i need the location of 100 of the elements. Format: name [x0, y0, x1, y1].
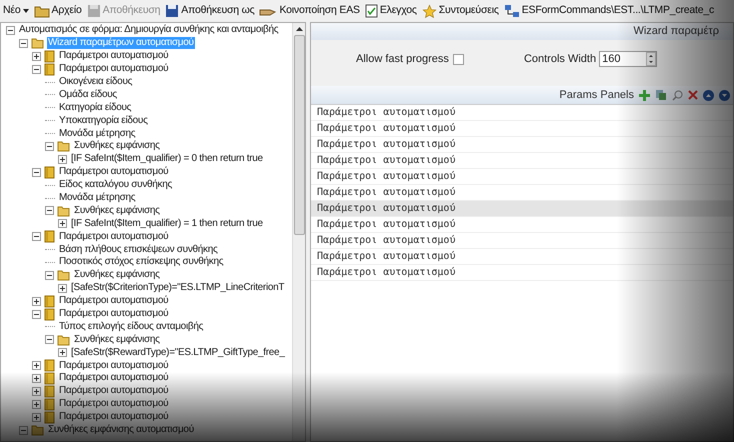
toolbar-button[interactable]: Αποθήκευση ως: [164, 3, 256, 19]
book-icon: [44, 372, 55, 385]
tree-item[interactable]: Παράμετροι αυτοματισμού: [58, 295, 170, 308]
tree-item[interactable]: Παράμετροι αυτοματισμού: [58, 50, 170, 62]
toolbar-button[interactable]: Αρχείο: [32, 3, 83, 19]
up-icon[interactable]: [703, 90, 714, 100]
tree-item[interactable]: Συνθήκες εμφάνισης: [73, 204, 161, 217]
tree-item[interactable]: Είδος καταλόγου συνθήκης: [58, 179, 174, 192]
list-row[interactable]: Παράμετροι αυτοματισμού: [311, 137, 733, 153]
tree-item[interactable]: Μονάδα μέτρησης: [58, 128, 136, 140]
book-icon: [44, 384, 55, 398]
collapse-icon[interactable]: [32, 168, 41, 177]
folder-icon: [57, 140, 70, 152]
collapse-icon[interactable]: [19, 38, 28, 48]
tree-item[interactable]: Παράμετροι αυτοματισμού: [58, 398, 170, 410]
book-icon: [44, 294, 55, 308]
tree-item[interactable]: [IF SafeInt($Item_qualifier) = 0 then return true: [70, 153, 264, 166]
tree-item[interactable]: Ομάδα είδους: [58, 88, 118, 101]
tree-item[interactable]: Συνθήκες εμφάνισης: [73, 269, 161, 282]
folder-icon: [57, 269, 70, 282]
list-row[interactable]: Παράμετροι αυτοματισμού: [311, 233, 733, 249]
checkbox[interactable]: [452, 54, 464, 64]
tree-item[interactable]: Παράμετροι αυτοματισμού: [58, 385, 170, 398]
toolbar-button[interactable]: Συντομεύσεις: [420, 3, 500, 19]
tree-item[interactable]: Συνθήκες εμφάνισης: [73, 334, 161, 346]
spin-arrows-icon[interactable]: [646, 52, 656, 66]
collapse-icon[interactable]: [45, 335, 54, 344]
option-label: Controls Width: [524, 52, 596, 67]
collapse-icon[interactable]: [32, 64, 41, 74]
path-button[interactable]: ESFormCommands\EST...\LTMP_create_c: [502, 3, 716, 19]
expand-icon[interactable]: [58, 348, 67, 358]
panel-header: Wizard παραμέτρ: [311, 23, 733, 40]
expand-icon[interactable]: [32, 296, 41, 306]
folder-icon: [34, 4, 50, 18]
list-row[interactable]: Παράμετροι αυτοματισμού: [311, 201, 733, 217]
collapse-icon[interactable]: [45, 206, 54, 216]
list-row[interactable]: Παράμετροι αυτοματισμού: [311, 169, 733, 185]
toolbar-button[interactable]: Ελεγχος: [364, 3, 418, 19]
tree-item[interactable]: Μονάδα μέτρησης: [58, 192, 136, 204]
tree-item[interactable]: Βάση πλήθους επισκέψεων συνθήκης: [58, 244, 219, 256]
list-row[interactable]: Παράμετροι αυτοματισμού: [311, 153, 733, 169]
list-row[interactable]: Παράμετροι αυτοματισμού: [311, 185, 733, 201]
collapse-icon[interactable]: [32, 310, 41, 319]
list-row[interactable]: Παράμετροι αυτοματισμού: [311, 265, 733, 281]
tree-item[interactable]: [IF SafeInt($Item_qualifier) = 1 then return true: [70, 218, 264, 230]
tree-item[interactable]: Παράμετροι αυτοματισμού: [58, 308, 170, 320]
folder-icon: [31, 37, 44, 50]
search-icon[interactable]: [672, 90, 683, 100]
expand-icon[interactable]: [32, 386, 41, 396]
expand-icon[interactable]: [32, 52, 41, 61]
scroll-up-icon[interactable]: [296, 27, 302, 31]
tree-item[interactable]: [SafeStr($RewardType)="ES.LTMP_GiftType_free_: [70, 346, 286, 359]
list-row[interactable]: Παράμετροι αυτοματισμού: [311, 217, 733, 233]
expand-icon[interactable]: [32, 400, 41, 409]
collapse-icon[interactable]: [45, 270, 54, 280]
book-icon: [44, 230, 55, 244]
option-label: Allow fast progress: [356, 52, 449, 67]
list-row[interactable]: Παράμετροι αυτοματισμού: [311, 121, 733, 137]
expand-icon[interactable]: [32, 412, 41, 422]
book-icon: [44, 308, 55, 321]
book-icon: [44, 410, 55, 424]
expand-icon[interactable]: [58, 154, 67, 164]
tree-item[interactable]: Παράμετροι αυτοματισμού: [58, 411, 170, 424]
list-row[interactable]: Παράμετροι αυτοματισμού: [311, 105, 733, 121]
new-menu-button[interactable]: Νέο: [2, 3, 30, 19]
expand-icon[interactable]: [58, 219, 67, 228]
tree-item[interactable]: Τύπος επιλογής είδους ανταμοιβής: [58, 320, 204, 333]
tree-item[interactable]: Παράμετροι αυτοματισμού: [58, 360, 170, 372]
delete-icon[interactable]: [688, 90, 698, 100]
copy-icon[interactable]: [655, 89, 667, 101]
tree-item[interactable]: Οικογένεια είδους: [58, 76, 134, 88]
number-spinner[interactable]: 160: [599, 51, 658, 67]
list-row[interactable]: Παράμετροι αυτοματισμού: [311, 249, 733, 265]
tree-item[interactable]: Παράμετροι αυτοματισμού: [58, 230, 170, 243]
collapse-icon[interactable]: [6, 26, 15, 35]
tree-item[interactable]: Παράμετροι αυτοματισμού: [58, 63, 170, 76]
collapse-icon[interactable]: [32, 232, 41, 242]
expand-icon[interactable]: [58, 284, 67, 293]
tree-item[interactable]: Αυτοματισμός σε φόρμα: Δημιουργία συνθήκης και ανταμοιβής: [18, 24, 280, 36]
tree-item[interactable]: [SafeStr($CriterionType)="ES.LTMP_LineCriterionT: [70, 282, 286, 294]
toolbar-button[interactable]: Κοινοποίηση EAS: [258, 3, 361, 19]
down-icon[interactable]: [719, 90, 730, 100]
tree-item[interactable]: Ποσοτικός στόχος επίσκεψης συνθήκης: [58, 256, 224, 268]
tree-item[interactable]: Συνθήκες εμφάνισης: [73, 140, 161, 152]
tree-item[interactable]: Κατηγορία είδους: [58, 102, 132, 114]
folder-icon: [57, 334, 70, 346]
book-icon: [44, 359, 55, 372]
tree-item[interactable]: Παράμετροι αυτοματισμού: [58, 166, 170, 178]
scrollbar[interactable]: [292, 23, 305, 441]
scroll-thumb[interactable]: [294, 35, 304, 235]
expand-icon[interactable]: [32, 374, 41, 383]
network-icon: [504, 4, 520, 18]
tree-item[interactable]: Υποκατηγορία είδους: [58, 114, 149, 127]
expand-icon[interactable]: [32, 361, 41, 370]
folder-icon: [31, 424, 44, 436]
collapse-icon[interactable]: [45, 142, 54, 151]
toolbar-label: Params Panels: [559, 88, 634, 103]
plus-icon[interactable]: [639, 90, 650, 100]
checklist-icon: [364, 4, 378, 18]
tree-item[interactable]: Παράμετροι αυτοματισμού: [58, 372, 170, 384]
